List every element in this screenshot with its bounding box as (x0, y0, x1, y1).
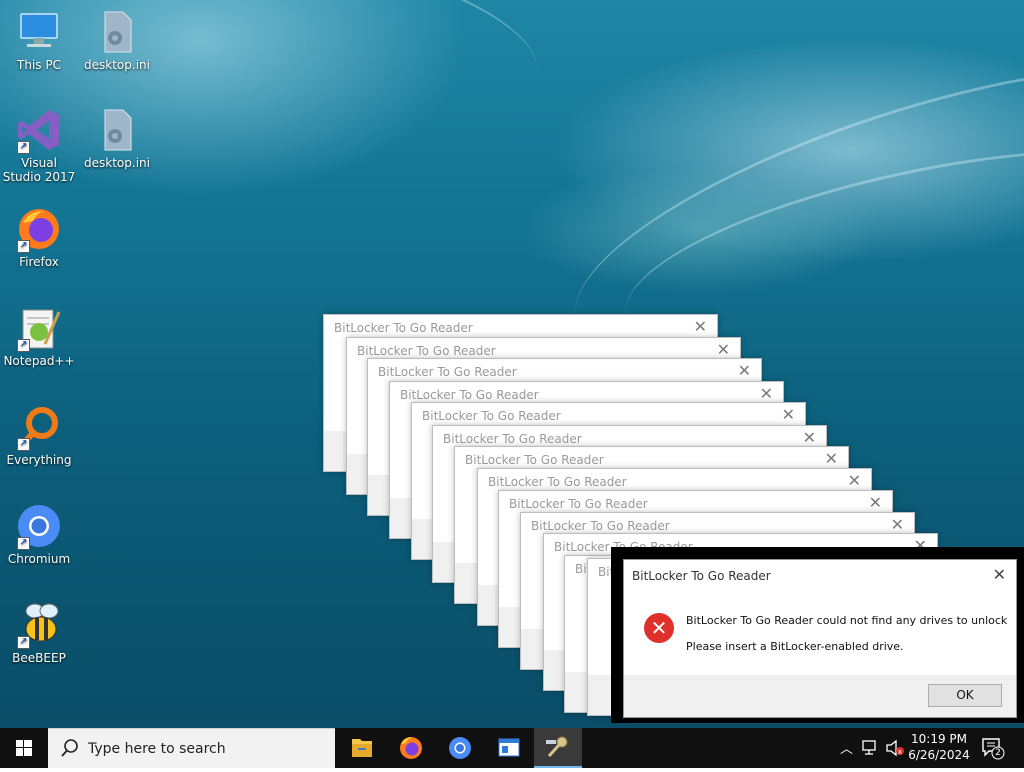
desktop-icon-label: Visual Studio 2017 (2, 156, 76, 184)
close-icon[interactable]: ✕ (825, 449, 838, 468)
computer-icon (15, 8, 63, 56)
shortcut-arrow-icon: ↗ (17, 339, 30, 352)
close-icon[interactable]: ✕ (869, 493, 882, 512)
error-dialog-shadow: BitLocker To Go Reader ✕ ✕ BitLocker To … (611, 547, 1024, 723)
desktop-icon-desktop-ini-2[interactable]: desktop.ini (79, 106, 155, 170)
taskbar-bitlocker-reader[interactable] (534, 728, 582, 768)
ok-button[interactable]: OK (928, 684, 1002, 707)
chevron-up-icon[interactable]: ︿ (840, 738, 853, 757)
taskbar-file-explorer[interactable] (338, 728, 386, 768)
error-icon: ✕ (644, 613, 674, 643)
dialog-message: BitLocker To Go Reader could not find an… (686, 614, 1008, 627)
dialog-title: BitLocker To Go Reader (378, 365, 517, 379)
taskbar-chromium[interactable] (436, 728, 484, 768)
dialog-title: BitLocker To Go Reader (632, 569, 771, 583)
volume-muted-icon[interactable]: x (885, 739, 905, 757)
shortcut-arrow-icon: ↗ (17, 636, 30, 649)
close-icon[interactable]: ✕ (717, 340, 730, 359)
visual-studio-icon: ↗ (15, 106, 63, 154)
dialog-title: BitLocker To Go Reader (488, 475, 627, 489)
firefox-icon: ↗ (15, 205, 63, 253)
close-icon[interactable]: ✕ (694, 317, 707, 336)
bee-icon: ↗ (15, 601, 63, 649)
svg-text:x: x (898, 748, 902, 756)
settings-file-icon (93, 106, 141, 154)
desktop-background: This PC desktop.ini ↗ Visual Studio 2017 (0, 0, 1024, 728)
close-icon[interactable]: ✕ (760, 384, 773, 403)
close-icon[interactable]: ✕ (891, 515, 904, 534)
dialog-title: BitLocker To Go Reader (509, 497, 648, 511)
clock-date: 6/26/2024 (908, 748, 970, 762)
bitlocker-key-icon (546, 736, 568, 758)
desktop-icon-this-pc[interactable]: This PC (1, 8, 77, 72)
dialog-title: BitLocker To Go Reader (465, 453, 604, 467)
chromium-icon (449, 737, 471, 759)
desktop-icon-notepad-plus-plus[interactable]: ↗ Notepad++ (1, 304, 77, 368)
dialog-title: BitLocker To Go Reader (422, 409, 561, 423)
desktop-icon-visual-studio-2017[interactable]: ↗ Visual Studio 2017 (1, 106, 77, 184)
shortcut-arrow-icon: ↗ (17, 438, 30, 451)
settings-file-icon (93, 8, 141, 56)
network-icon[interactable] (862, 740, 880, 756)
desktop-icon-label: Firefox (19, 255, 59, 269)
shortcut-arrow-icon: ↗ (17, 141, 30, 154)
folder-icon (352, 739, 372, 757)
dialog-title: BitLocker To Go Reader (531, 519, 670, 533)
desktop-icon-label: Everything (6, 453, 72, 467)
desktop-icon-label: desktop.ini (84, 156, 150, 170)
dialog-submessage: Please insert a BitLocker-enabled drive. (686, 640, 904, 653)
magnifier-icon: ↗ (15, 403, 63, 451)
close-icon[interactable]: ✕ (803, 428, 816, 447)
dialog-footer: OK (624, 675, 1016, 717)
desktop-icon-everything[interactable]: ↗ Everything (1, 403, 77, 467)
notification-icon (982, 738, 1005, 760)
desktop-icon-label: Chromium (7, 552, 71, 566)
dialog-title: BitLocker To Go Reader (357, 344, 496, 358)
windows-logo-icon (16, 740, 32, 756)
error-dialog[interactable]: BitLocker To Go Reader ✕ ✕ BitLocker To … (623, 559, 1017, 718)
desktop-icon-label: Notepad++ (3, 354, 75, 368)
desktop-icon-beebeep[interactable]: ↗ BeeBEEP (1, 601, 77, 665)
taskbar-firefox[interactable] (387, 728, 435, 768)
close-icon[interactable]: ✕ (993, 565, 1006, 584)
notepad-plus-plus-icon: ↗ (15, 304, 63, 352)
search-icon (61, 739, 78, 757)
desktop-icon-label: This PC (17, 58, 61, 72)
dialog-title: BitLocker To Go Reader (400, 388, 539, 402)
firefox-icon (400, 737, 422, 759)
chromium-icon: ↗ (15, 502, 63, 550)
search-placeholder: Type here to search (88, 741, 226, 757)
notification-center-button[interactable]: 2 (980, 736, 1006, 760)
taskbar-clock[interactable]: 10:19 PM 6/26/2024 (908, 731, 970, 763)
close-icon[interactable]: ✕ (738, 361, 751, 380)
notification-count: 2 (995, 748, 1001, 758)
start-button[interactable] (0, 728, 48, 768)
shortcut-arrow-icon: ↗ (17, 537, 30, 550)
desktop-icon-label: desktop.ini (84, 58, 150, 72)
desktop-icon-chromium[interactable]: ↗ Chromium (1, 502, 77, 566)
desktop-icon-firefox[interactable]: ↗ Firefox (1, 205, 77, 269)
close-icon[interactable]: ✕ (782, 405, 795, 424)
taskbar-window-app[interactable] (485, 728, 533, 768)
taskbar: Type here to search ︿ x 10:19 PM 6/26/20… (0, 728, 1024, 768)
dialog-title: BitLocker To Go Reader (334, 321, 473, 335)
close-icon[interactable]: ✕ (848, 471, 861, 490)
window-app-icon (498, 738, 520, 757)
search-box[interactable]: Type here to search (48, 728, 335, 768)
desktop-icon-desktop-ini-1[interactable]: desktop.ini (79, 8, 155, 72)
shortcut-arrow-icon: ↗ (17, 240, 30, 253)
clock-time: 10:19 PM (911, 732, 967, 746)
dialog-title: BitLocker To Go Reader (443, 432, 582, 446)
desktop-icon-label: BeeBEEP (12, 651, 66, 665)
